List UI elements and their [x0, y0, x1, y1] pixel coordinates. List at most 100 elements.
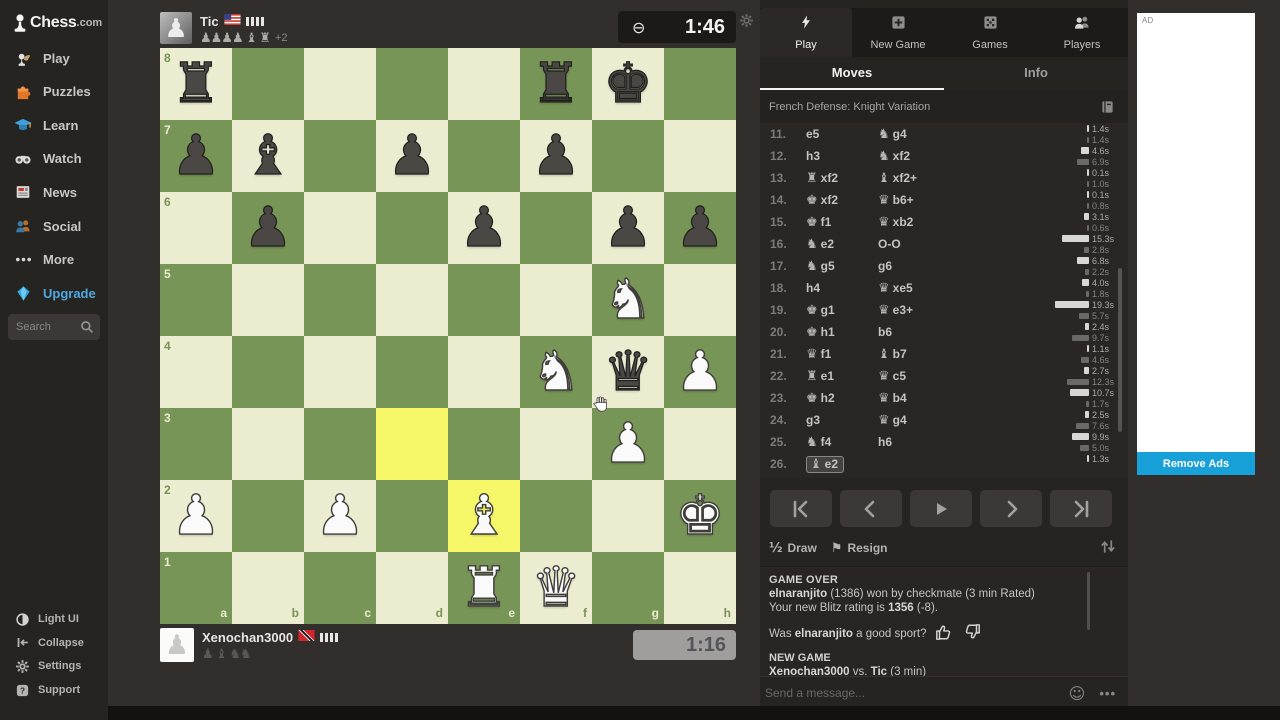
thumbs-down-icon[interactable]: [962, 623, 982, 644]
black-pawn-b6[interactable]: ♟: [232, 192, 304, 264]
sidebar-item-light-ui[interactable]: Light UI: [0, 608, 108, 630]
black-queen-g4[interactable]: ♛: [592, 336, 664, 408]
move-17-white[interactable]: ♞ g5: [806, 259, 878, 274]
chesscom-logo[interactable]: Chess .com: [10, 12, 102, 34]
black-rook-a8[interactable]: ♜: [160, 48, 232, 120]
emoji-icon[interactable]: ☺: [1069, 684, 1086, 703]
square-h5[interactable]: [664, 264, 736, 336]
square-b2[interactable]: [232, 480, 304, 552]
white-queen-f1[interactable]: ♛: [520, 552, 592, 624]
black-pawn-g6[interactable]: ♟: [592, 192, 664, 264]
black-king-g8[interactable]: ♚: [592, 48, 664, 120]
square-b1[interactable]: [232, 552, 304, 624]
black-rook-f8[interactable]: ♜: [520, 48, 592, 120]
square-g7[interactable]: [592, 120, 664, 192]
sidebar-item-settings[interactable]: Settings: [0, 655, 108, 677]
square-e7[interactable]: [448, 120, 520, 192]
black-pawn-h6[interactable]: ♟: [664, 192, 736, 264]
sidebar-item-social[interactable]: Social: [0, 211, 108, 241]
square-h8[interactable]: [664, 48, 736, 120]
top-player-avatar[interactable]: ♟: [160, 12, 192, 44]
square-c4[interactable]: [304, 336, 376, 408]
sidebar-item-support[interactable]: ? Support: [0, 679, 108, 701]
panel-tab-games[interactable]: Games: [944, 8, 1036, 57]
nav-next-button[interactable]: [980, 490, 1042, 527]
square-e5[interactable]: [448, 264, 520, 336]
white-pawn-h4[interactable]: ♟: [664, 336, 736, 408]
square-g2[interactable]: [592, 480, 664, 552]
black-bishop-b7[interactable]: ♝: [232, 120, 304, 192]
white-knight-f4[interactable]: ♞: [520, 336, 592, 408]
move-18-white[interactable]: h4: [806, 281, 878, 295]
search-input[interactable]: [8, 321, 80, 333]
square-d8[interactable]: [376, 48, 448, 120]
nav-first-button[interactable]: [770, 490, 832, 527]
move-21-white[interactable]: ♛ f1: [806, 347, 878, 362]
square-e4[interactable]: [448, 336, 520, 408]
top-player-name[interactable]: Tic: [200, 14, 219, 29]
panel-tab-play[interactable]: Play: [760, 8, 852, 57]
black-pawn-e6[interactable]: ♟: [448, 192, 520, 264]
square-a1[interactable]: [160, 552, 232, 624]
tab-info[interactable]: Info: [944, 57, 1128, 90]
sidebar-item-more[interactable]: More: [0, 245, 108, 275]
bottom-player-name[interactable]: Xenochan3000: [202, 630, 293, 645]
square-g1[interactable]: [592, 552, 664, 624]
white-bishop-e2[interactable]: ♝: [448, 480, 520, 552]
move-23-white[interactable]: ♚ h2: [806, 391, 878, 406]
white-rook-e1[interactable]: ♜: [448, 552, 520, 624]
square-c8[interactable]: [304, 48, 376, 120]
remove-ads-button[interactable]: Remove Ads: [1137, 452, 1255, 475]
move-15-white[interactable]: ♚ f1: [806, 215, 878, 230]
square-c5[interactable]: [304, 264, 376, 336]
white-pawn-a2[interactable]: ♟: [160, 480, 232, 552]
square-d3-highlighted[interactable]: [376, 408, 448, 480]
sidebar-item-news[interactable]: News: [0, 177, 108, 207]
move-22-white[interactable]: ♜ e1: [806, 369, 878, 384]
square-a3[interactable]: [160, 408, 232, 480]
panel-tab-players[interactable]: Players: [1036, 8, 1128, 57]
move-25-white[interactable]: ♞ f4: [806, 435, 878, 450]
square-b3[interactable]: [232, 408, 304, 480]
sidebar-item-upgrade[interactable]: Upgrade: [0, 278, 108, 308]
thumbs-up-icon[interactable]: [934, 623, 954, 644]
nav-prev-button[interactable]: [840, 490, 902, 527]
square-f5[interactable]: [520, 264, 592, 336]
board-settings-gear-icon[interactable]: [739, 13, 754, 33]
move-20-white[interactable]: ♚ h1: [806, 325, 878, 340]
move-13-white[interactable]: ♜ xf2: [806, 171, 878, 186]
move-12-white[interactable]: h3: [806, 149, 878, 163]
square-c6[interactable]: [304, 192, 376, 264]
chat-message-input[interactable]: [760, 686, 1069, 700]
white-pawn-c2[interactable]: ♟: [304, 480, 376, 552]
move-26-white[interactable]: ♝ e2: [806, 455, 878, 473]
black-pawn-f7[interactable]: ♟: [520, 120, 592, 192]
square-a4[interactable]: [160, 336, 232, 408]
move-11-white[interactable]: e5: [806, 127, 878, 141]
move-list-scrollbar[interactable]: [1118, 268, 1122, 432]
move-19-white[interactable]: ♚ g1: [806, 303, 878, 318]
square-d6[interactable]: [376, 192, 448, 264]
chat-scrollbar[interactable]: [1087, 572, 1090, 630]
tab-moves[interactable]: Moves: [760, 57, 944, 90]
square-f6[interactable]: [520, 192, 592, 264]
square-c1[interactable]: [304, 552, 376, 624]
square-h1[interactable]: [664, 552, 736, 624]
panel-tab-new-game[interactable]: New Game: [852, 8, 944, 57]
square-b8[interactable]: [232, 48, 304, 120]
sidebar-item-watch[interactable]: Watch: [0, 144, 108, 174]
move-16-white[interactable]: ♞ e2: [806, 237, 878, 252]
chat-more-options-icon[interactable]: •••: [1099, 686, 1116, 701]
black-pawn-d7[interactable]: ♟: [376, 120, 448, 192]
square-h7[interactable]: [664, 120, 736, 192]
white-king-h2[interactable]: ♚: [664, 480, 736, 552]
square-c3[interactable]: [304, 408, 376, 480]
square-a6[interactable]: [160, 192, 232, 264]
white-knight-g5[interactable]: ♞: [592, 264, 664, 336]
square-h3[interactable]: [664, 408, 736, 480]
sidebar-item-collapse[interactable]: Collapse: [0, 632, 108, 654]
square-c7[interactable]: [304, 120, 376, 192]
square-d1[interactable]: [376, 552, 448, 624]
chess-board[interactable]: 8 7 6 5 4 3 2 1 a b c d e f g h ♜ ♜ ♚ ♟ ♝ ♟ ♟ ♟ ♟ ♟ ♟ ♞ ♞ ♛ ♟ ♟ ♟ ♟ ♝ ♚ ♜ ♛: [160, 48, 736, 624]
draw-button[interactable]: ½ Draw: [769, 541, 817, 556]
